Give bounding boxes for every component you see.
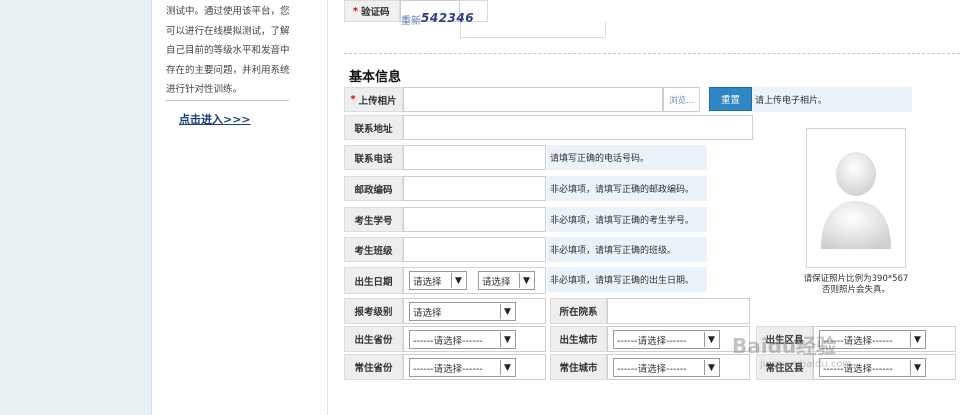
phone-label: 联系电话 [344, 145, 403, 170]
chevron-down-icon: ▼ [704, 332, 718, 347]
phone-input[interactable] [403, 145, 546, 170]
sidebar-line: 存在的主要问题，并利用系统 [166, 64, 290, 76]
section-title: 基本信息 [349, 70, 402, 85]
postcode-input[interactable] [403, 176, 546, 201]
sidebar-divider [165, 100, 289, 101]
birthdate-label: 出生日期 [344, 267, 403, 294]
chevron-down-icon: ▼ [500, 304, 514, 319]
address-input[interactable] [403, 115, 753, 140]
chevron-down-icon: ▼ [910, 332, 924, 347]
res-city-select[interactable]: ------请选择------ ▼ [613, 358, 720, 377]
photo-note: 请保证照片比例为390*567 否则照片会失真。 [796, 274, 916, 296]
baidu-watermark-url: jingyan.baidu.com [760, 359, 853, 370]
section-divider [344, 53, 960, 54]
sidebar-line: 进行针对性训练。 [166, 84, 243, 95]
reset-button[interactable]: 重置 [709, 87, 752, 111]
sidebar-line: 可以进行在线模拟测试，了解 [166, 25, 290, 37]
exam-level-label: 报考级别 [344, 298, 403, 324]
student-id-input[interactable] [403, 207, 546, 232]
browse-button[interactable]: 浏览... [663, 87, 700, 112]
sidebar-description: 测试中。通过使用该平台，您 可以进行在线模拟测试，了解 自己目前的等级水平和发音… [166, 2, 290, 100]
photo-note-line: 请保证照片比例为390*567 [803, 274, 909, 284]
chevron-down-icon: ▼ [519, 273, 533, 288]
chevron-down-icon: ▼ [704, 360, 718, 375]
student-id-label: 考生学号 [344, 207, 403, 232]
enter-link[interactable]: 点击进入>>> [179, 111, 251, 127]
captcha-label-text: 验证码 [360, 7, 390, 18]
res-province-select[interactable]: ------请选择------ ▼ [409, 358, 516, 377]
birth-month-select[interactable]: 请选择 ▼ [478, 271, 535, 290]
sidebar-line: 自己目前的等级水平和发音中 [166, 45, 290, 56]
class-hint: 非必填项，请填写正确的班级。 [547, 237, 707, 262]
res-province-value: ------请选择------ [413, 363, 483, 375]
required-mark: * [353, 5, 358, 17]
class-input[interactable] [403, 237, 546, 262]
sidebar-line: 测试中。通过使用该平台，您 [166, 6, 290, 17]
department-input[interactable] [607, 298, 750, 324]
captcha-under-cell [460, 22, 606, 38]
postcode-label: 邮政编码 [344, 176, 403, 201]
student-id-hint: 非必填项，请填写正确的考生学号。 [547, 207, 707, 232]
exam-level-value: 请选择 [413, 307, 442, 319]
upload-hint: 请上传电子相片。 [752, 87, 912, 112]
baidu-watermark-logo: Baidu经验 [732, 334, 837, 358]
exam-level-select[interactable]: 请选择 ▼ [409, 302, 516, 321]
birth-province-select[interactable]: ------请选择------ ▼ [409, 330, 516, 349]
birth-city-label: 出生城市 [550, 326, 607, 352]
birth-province-value: ------请选择------ [413, 335, 483, 347]
avatar-placeholder-icon [821, 152, 891, 249]
birth-year-select[interactable]: 请选择 ▼ [409, 271, 467, 290]
department-label: 所在院系 [550, 298, 607, 324]
birthdate-hint: 非必填项，请填写正确的出生日期。 [547, 267, 707, 292]
birth-year-value: 请选择 [413, 276, 442, 288]
required-mark: * [350, 94, 356, 105]
birth-month-value: 请选择 [482, 276, 511, 288]
captcha-refresh-link[interactable]: 重新 [401, 12, 421, 27]
res-province-label: 常住省份 [344, 354, 403, 380]
phone-hint: 请填写正确的电话号码。 [547, 145, 707, 170]
class-label: 考生班级 [344, 237, 403, 262]
chevron-down-icon: ▼ [910, 360, 924, 375]
birth-city-select[interactable]: ------请选择------ ▼ [613, 330, 720, 349]
captcha-label: * 验证码 [344, 0, 400, 22]
birth-city-value: ------请选择------ [617, 335, 687, 347]
chevron-down-icon: ▼ [451, 273, 465, 288]
photo-preview [806, 128, 906, 268]
address-label: 联系地址 [344, 115, 403, 140]
left-background [0, 0, 152, 415]
birth-province-label: 出生省份 [344, 326, 403, 352]
photo-note-line: 否则照片会失真。 [821, 285, 890, 295]
postcode-hint: 非必填项，请填写正确的邮政编码。 [547, 176, 707, 201]
res-city-label: 常住城市 [550, 354, 607, 380]
upload-file-input[interactable] [403, 87, 663, 112]
chevron-down-icon: ▼ [500, 332, 514, 347]
upload-label-text: 上传相片 [358, 95, 397, 107]
res-city-value: ------请选择------ [617, 363, 687, 375]
chevron-down-icon: ▼ [500, 360, 514, 375]
upload-label: * 上传相片 [344, 87, 403, 112]
